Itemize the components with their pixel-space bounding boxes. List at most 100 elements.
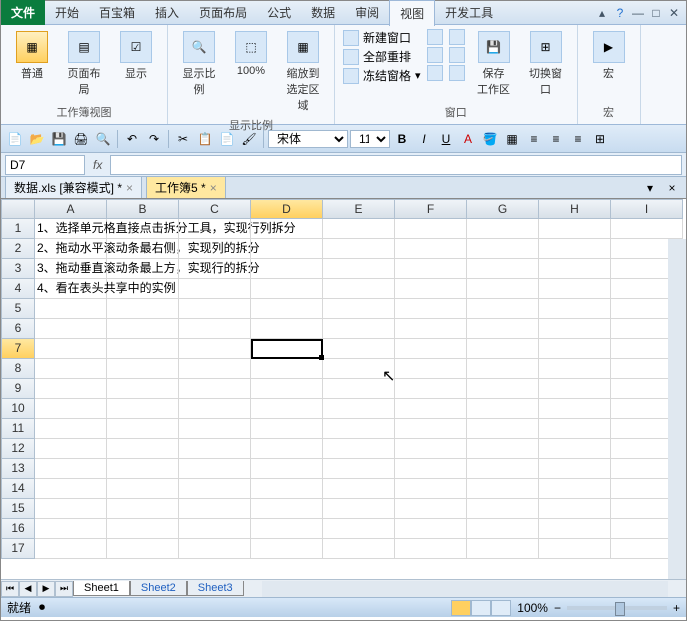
cell[interactable]: [107, 539, 179, 559]
horizontal-scrollbar[interactable]: [262, 581, 668, 597]
row-header[interactable]: 7: [1, 339, 35, 359]
cell[interactable]: [35, 499, 107, 519]
cell[interactable]: [539, 499, 611, 519]
format-painter-icon[interactable]: 🖌: [239, 129, 259, 149]
underline-icon[interactable]: U: [436, 129, 456, 149]
column-header[interactable]: I: [611, 199, 683, 219]
column-header[interactable]: G: [467, 199, 539, 219]
cell[interactable]: [251, 239, 323, 259]
cell[interactable]: [251, 459, 323, 479]
tab-pagelayout[interactable]: 页面布局: [189, 0, 257, 25]
tab-close-all-icon[interactable]: ×: [662, 178, 682, 198]
switch-windows-button[interactable]: ⊞切换窗口: [523, 29, 569, 99]
cell[interactable]: [539, 259, 611, 279]
cell[interactable]: [539, 439, 611, 459]
page-layout-button[interactable]: ▤页面布局: [61, 29, 107, 99]
cell[interactable]: [539, 479, 611, 499]
cell[interactable]: [467, 279, 539, 299]
formula-input[interactable]: [110, 155, 682, 175]
column-header[interactable]: E: [323, 199, 395, 219]
row-header[interactable]: 14: [1, 479, 35, 499]
cell[interactable]: [467, 439, 539, 459]
cell[interactable]: [539, 419, 611, 439]
cell[interactable]: [35, 459, 107, 479]
cell[interactable]: [179, 239, 251, 259]
row-header[interactable]: 4: [1, 279, 35, 299]
cell[interactable]: [251, 319, 323, 339]
cell[interactable]: [35, 399, 107, 419]
preview-icon[interactable]: 🔍: [93, 129, 113, 149]
cell[interactable]: [251, 219, 323, 239]
first-sheet-icon[interactable]: ⏮: [1, 581, 19, 597]
cell[interactable]: [251, 399, 323, 419]
tab-formulas[interactable]: 公式: [257, 0, 301, 25]
cell[interactable]: [323, 379, 395, 399]
sheet-tab[interactable]: Sheet1: [73, 581, 130, 596]
hide-icon[interactable]: [427, 47, 443, 63]
cell[interactable]: [251, 359, 323, 379]
font-size-select[interactable]: 11: [350, 130, 390, 148]
cell[interactable]: [467, 399, 539, 419]
cell[interactable]: [395, 519, 467, 539]
cell[interactable]: [395, 419, 467, 439]
column-header[interactable]: D: [251, 199, 323, 219]
cell[interactable]: [539, 359, 611, 379]
page-break-view-btn[interactable]: [491, 600, 511, 616]
fill-color-icon[interactable]: 🪣: [480, 129, 500, 149]
column-header[interactable]: H: [539, 199, 611, 219]
name-box[interactable]: D7: [5, 155, 85, 175]
align-center-icon[interactable]: ≡: [546, 129, 566, 149]
cell[interactable]: [539, 219, 611, 239]
row-header[interactable]: 6: [1, 319, 35, 339]
select-all-corner[interactable]: [1, 199, 35, 219]
normal-view-button[interactable]: ▦普通: [9, 29, 55, 83]
cell[interactable]: [395, 339, 467, 359]
cell[interactable]: [323, 339, 395, 359]
cell[interactable]: [539, 459, 611, 479]
cell[interactable]: [323, 319, 395, 339]
font-select[interactable]: 宋体: [268, 130, 348, 148]
cell[interactable]: [467, 379, 539, 399]
cell[interactable]: [179, 399, 251, 419]
cell[interactable]: [323, 499, 395, 519]
tab-data[interactable]: 数据: [301, 0, 345, 25]
open-icon[interactable]: 📂: [27, 129, 47, 149]
paste-icon[interactable]: 📄: [217, 129, 237, 149]
italic-icon[interactable]: I: [414, 129, 434, 149]
cell[interactable]: [539, 379, 611, 399]
bold-icon[interactable]: B: [392, 129, 412, 149]
cell[interactable]: [395, 259, 467, 279]
new-icon[interactable]: 📄: [5, 129, 25, 149]
cell[interactable]: [107, 339, 179, 359]
cell[interactable]: [179, 419, 251, 439]
cell[interactable]: [179, 259, 251, 279]
unhide-icon[interactable]: [427, 65, 443, 81]
row-header[interactable]: 9: [1, 379, 35, 399]
cell[interactable]: [323, 259, 395, 279]
cell[interactable]: [35, 299, 107, 319]
cell[interactable]: [323, 359, 395, 379]
cell[interactable]: [395, 379, 467, 399]
row-header[interactable]: 5: [1, 299, 35, 319]
freeze-panes-button[interactable]: 冻结窗格 ▾: [343, 67, 421, 84]
cell[interactable]: [107, 319, 179, 339]
row-header[interactable]: 15: [1, 499, 35, 519]
cell[interactable]: [395, 439, 467, 459]
tab-close-icon[interactable]: ×: [210, 181, 217, 195]
cell[interactable]: [323, 479, 395, 499]
print-icon[interactable]: 🖨: [71, 129, 91, 149]
cell[interactable]: [539, 239, 611, 259]
cell[interactable]: [395, 299, 467, 319]
cell[interactable]: [467, 359, 539, 379]
cell[interactable]: [107, 359, 179, 379]
cell[interactable]: [107, 239, 179, 259]
cell[interactable]: [179, 519, 251, 539]
macros-button[interactable]: ▶宏: [586, 29, 632, 83]
cell[interactable]: [251, 379, 323, 399]
cell[interactable]: [35, 439, 107, 459]
cell[interactable]: [467, 519, 539, 539]
cell[interactable]: [539, 319, 611, 339]
cell[interactable]: [107, 219, 179, 239]
cell[interactable]: [179, 539, 251, 559]
column-header[interactable]: B: [107, 199, 179, 219]
